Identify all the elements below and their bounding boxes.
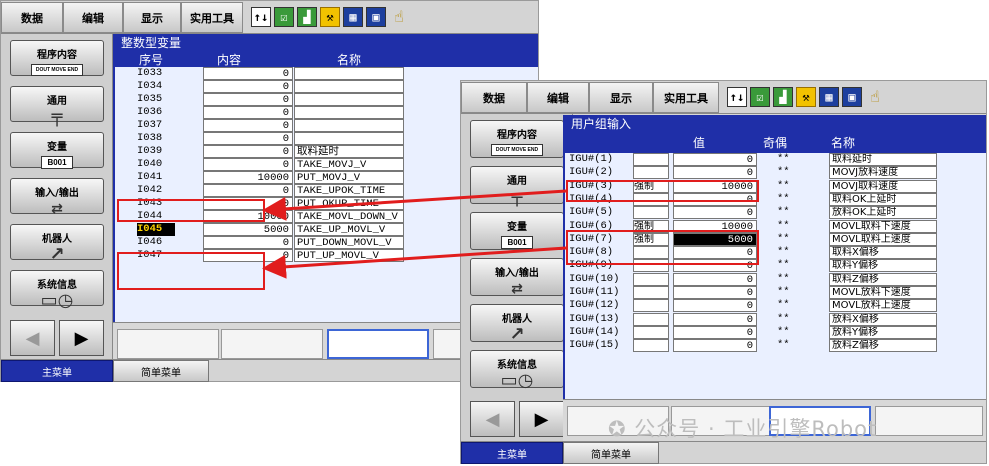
arrow-igu6-to-i044 xyxy=(262,246,567,279)
watermark-text: 公众号 · 工业引擎Robot xyxy=(634,417,878,441)
wechat-icon: ✪ xyxy=(608,417,627,441)
mapping-arrows xyxy=(262,189,567,279)
arrow-igu3-to-i041 xyxy=(262,189,567,221)
watermark: ✪ 公众号 · 工业引擎Robot xyxy=(608,413,877,443)
